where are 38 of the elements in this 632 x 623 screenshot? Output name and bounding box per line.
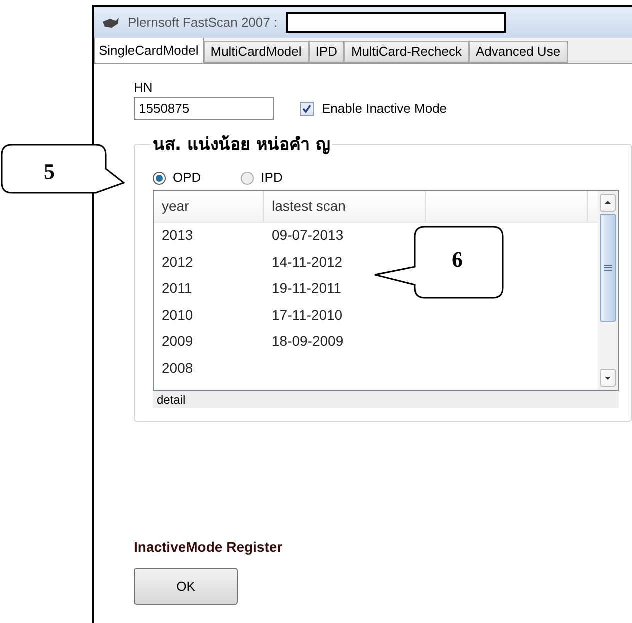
checkbox-label: Enable Inactive Mode	[322, 100, 448, 118]
radio-button[interactable]	[153, 172, 166, 184]
scrollbar[interactable]	[598, 191, 618, 390]
column-header[interactable]: year	[154, 191, 264, 222]
table-cell: 2008	[162, 360, 194, 376]
tab[interactable]: MultiCardModel	[204, 41, 309, 63]
table-cell: 2010	[162, 306, 194, 323]
tab[interactable]: SingleCardModel	[94, 38, 204, 63]
callout-number: 6	[452, 246, 463, 274]
radio-label: IPD	[261, 169, 283, 188]
ok-button[interactable]: OK	[134, 568, 238, 605]
table-cell: 09-07-2013	[272, 227, 344, 244]
tab[interactable]: IPD	[308, 41, 344, 63]
hn-label: HN	[134, 80, 154, 96]
table-cell: 2013	[162, 227, 194, 244]
scroll-up-icon[interactable]	[600, 194, 616, 212]
checkbox[interactable]	[300, 102, 314, 116]
grip-icon	[604, 265, 612, 271]
table-cell: 2012	[162, 254, 194, 270]
detail-label: detail	[157, 392, 186, 408]
table-cell: 14-11-2012	[272, 254, 343, 270]
scroll-down-icon[interactable]	[600, 369, 616, 387]
column-header[interactable]: lastest scan	[264, 191, 426, 222]
table-cell: 2009	[162, 333, 194, 350]
register-heading: InactiveMode Register	[134, 538, 284, 556]
hn-field[interactable]: 1550875	[134, 97, 274, 120]
table-cell: 2011	[162, 280, 192, 296]
radio-button[interactable]	[241, 172, 254, 184]
scroll-thumb[interactable]	[600, 214, 616, 322]
callout-number: 5	[44, 158, 55, 186]
radio-label: OPD	[173, 169, 202, 188]
window-title: Plernsoft FastScan 2007 :	[128, 14, 278, 32]
table-cell: 17-11-2010	[272, 306, 343, 323]
table-cell: 19-11-2011	[272, 280, 342, 296]
tab[interactable]: MultiCard-Recheck	[344, 41, 469, 63]
tab[interactable]: Advanced Use	[469, 41, 568, 63]
app-logo-icon	[102, 16, 120, 28]
table-cell: 18-09-2009	[272, 333, 344, 350]
